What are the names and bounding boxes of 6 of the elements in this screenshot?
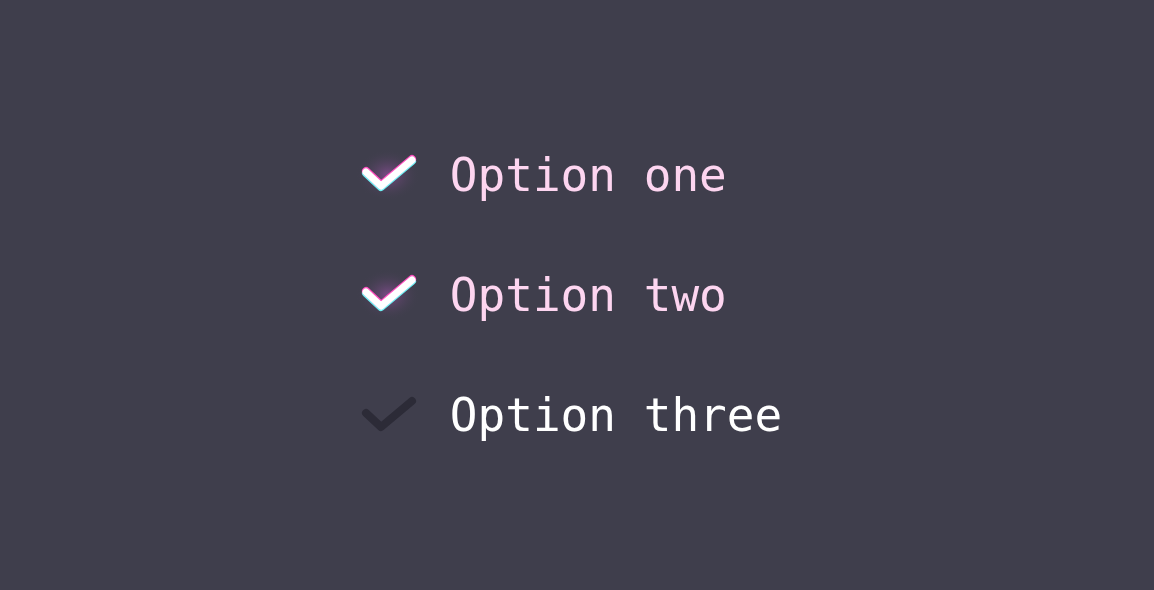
- checkbox-option[interactable]: Option two: [361, 263, 783, 327]
- option-label: Option two: [449, 268, 727, 322]
- option-label: Option one: [449, 148, 727, 202]
- checkbox-option[interactable]: Option three: [361, 383, 783, 447]
- checkbox-option[interactable]: Option one: [361, 143, 783, 207]
- option-label: Option three: [449, 388, 783, 442]
